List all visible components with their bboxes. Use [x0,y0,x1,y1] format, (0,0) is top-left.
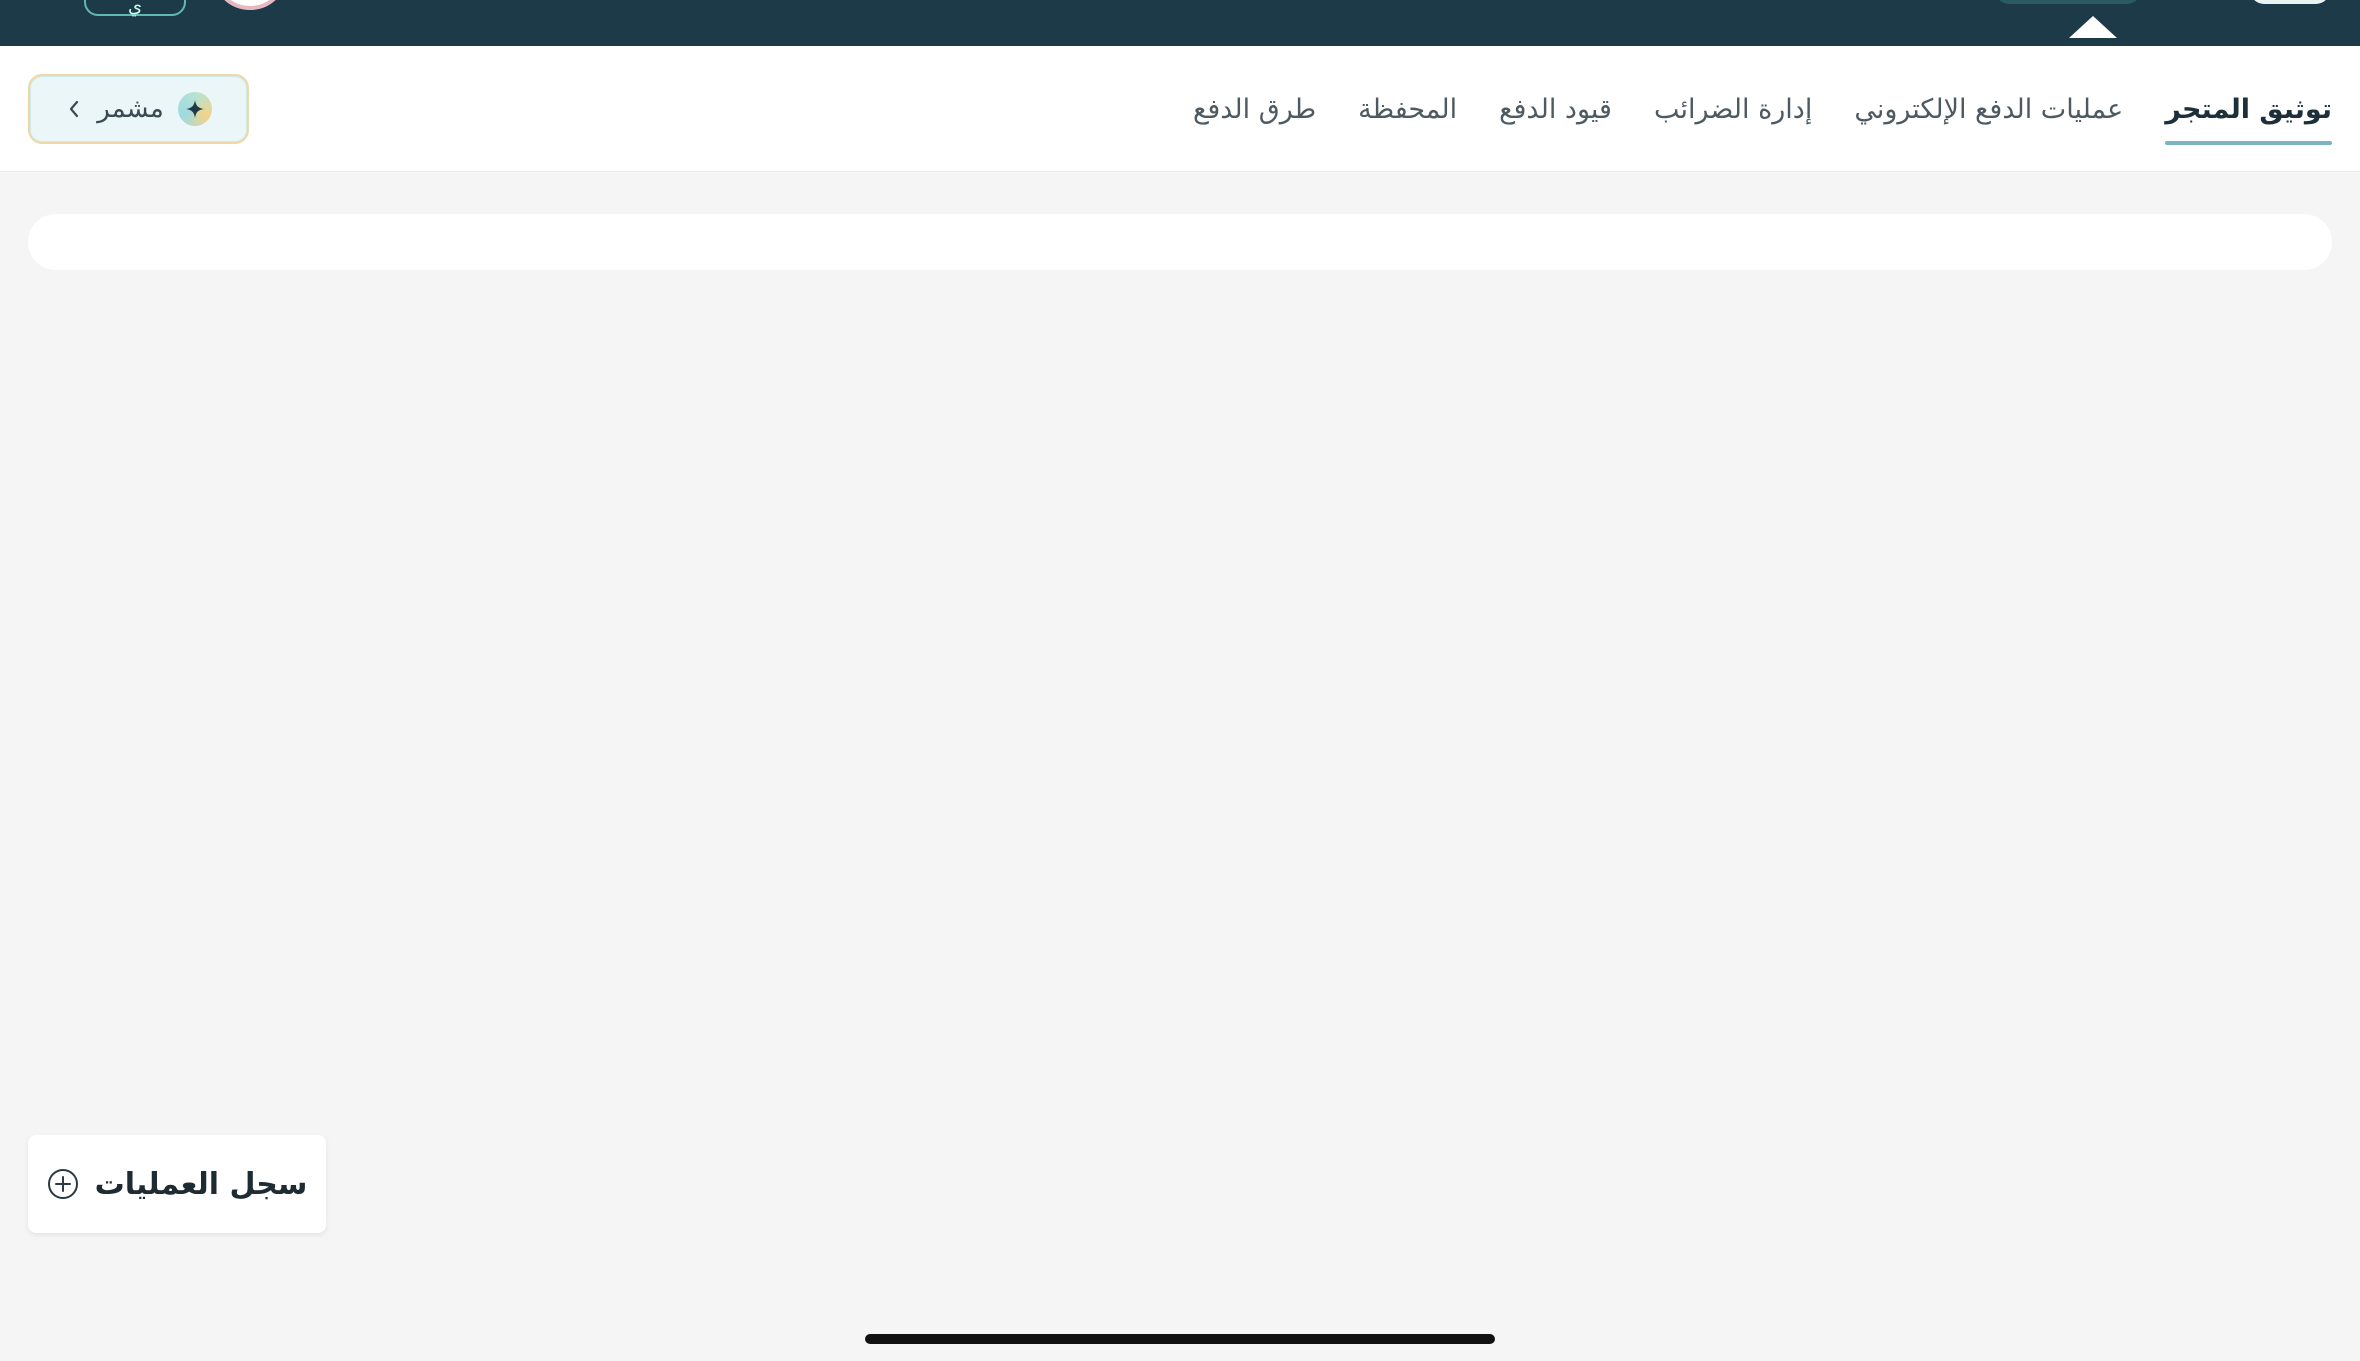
tab-payment-restrictions[interactable]: قيود الدفع [1499,94,1612,125]
advisor-label: مشمر [97,94,164,124]
home-indicator[interactable] [865,1334,1495,1344]
tab-wallet[interactable]: المحفظة [1358,94,1457,125]
top-navigation-bar: ي [0,0,2360,46]
plus-circle-icon [47,1168,79,1200]
tab-bar: طرق الدفع المحفظة قيود الدفع إدارة الضرا… [0,46,2360,172]
tab-payment-methods[interactable]: طرق الدفع [1193,94,1316,125]
top-outline-button[interactable]: ي [84,0,186,17]
operations-log-button[interactable]: سجل العمليات [28,1135,326,1233]
chevron-left-icon [65,100,83,118]
avatar[interactable] [212,0,288,10]
sparkle-icon [177,92,212,126]
advisor-button[interactable]: مشمر [28,74,249,144]
tab-online-payments[interactable]: عمليات الدفع الإلكتروني [1854,94,2123,125]
operations-log-label: سجل العمليات [94,1166,308,1202]
content-placeholder-bar [28,214,2332,270]
top-active-nav-item[interactable] [1995,0,2141,4]
tab-tax-management[interactable]: إدارة الضرائب [1654,94,1812,125]
tabs: طرق الدفع المحفظة قيود الدفع إدارة الضرا… [1193,46,2332,172]
tab-store-verification[interactable]: توثيق المتجر [2165,94,2332,145]
top-right-nav-item[interactable] [2250,0,2330,4]
active-nav-caret-icon [2069,16,2117,38]
